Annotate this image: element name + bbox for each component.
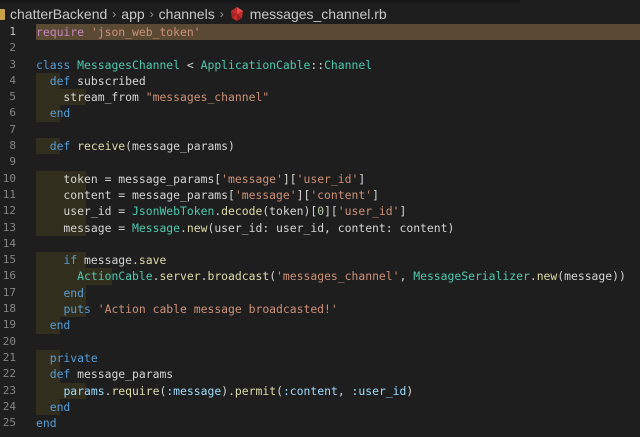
code-text[interactable]: private bbox=[36, 349, 640, 367]
code-text[interactable]: content = message_params['message']['con… bbox=[36, 186, 640, 204]
line-number: 21 bbox=[2, 350, 16, 364]
breadcrumb-project[interactable]: chatterBackend bbox=[10, 6, 107, 22]
code-text[interactable]: params.require(:message).permit(:content… bbox=[36, 382, 640, 399]
code-line[interactable]: 15 if message.save bbox=[0, 252, 640, 269]
code-text[interactable]: def subscribed bbox=[36, 72, 640, 90]
code-line[interactable]: 7 bbox=[0, 122, 640, 138]
line-number: 6 bbox=[9, 106, 16, 120]
code-text[interactable]: ActionCable.server.broadcast('messages_c… bbox=[36, 268, 640, 285]
line-number: 19 bbox=[2, 318, 16, 332]
line-number: 11 bbox=[2, 187, 16, 201]
code-text[interactable]: end bbox=[36, 284, 640, 302]
code-text[interactable] bbox=[36, 122, 640, 138]
code-text[interactable]: if message.save bbox=[36, 252, 640, 269]
code-line[interactable]: 24 end bbox=[0, 398, 640, 416]
code-text[interactable]: end bbox=[36, 105, 640, 122]
line-number: 3 bbox=[9, 57, 16, 71]
line-number: 9 bbox=[9, 155, 16, 169]
code-editor[interactable]: chatterBackend › app › channels › messag… bbox=[0, 0, 640, 437]
code-text[interactable]: end bbox=[36, 317, 640, 334]
code-text[interactable]: end bbox=[36, 398, 640, 416]
line-number: 15 bbox=[2, 253, 16, 267]
line-number: 2 bbox=[9, 41, 16, 55]
line-number: 5 bbox=[9, 90, 16, 104]
code-line[interactable]: 14 bbox=[0, 236, 640, 252]
code-text[interactable]: def receive(message_params) bbox=[36, 138, 640, 155]
code-line[interactable]: 2 bbox=[0, 40, 640, 56]
code-line[interactable]: 10 token = message_params['message']['us… bbox=[0, 170, 640, 187]
code-line[interactable]: 16 ActionCable.server.broadcast('message… bbox=[0, 268, 640, 285]
chevron-right-icon: › bbox=[149, 7, 154, 21]
chevron-right-icon: › bbox=[219, 7, 224, 21]
code-line[interactable]: 20 bbox=[0, 334, 640, 350]
code-text[interactable]: stream_from "messages_channel" bbox=[36, 89, 640, 106]
code-line[interactable]: 11 content = message_params['message']['… bbox=[0, 186, 640, 204]
line-number: 25 bbox=[2, 416, 16, 430]
code-line[interactable]: 22 def message_params bbox=[0, 366, 640, 383]
code-text[interactable] bbox=[36, 334, 640, 350]
line-number: 20 bbox=[2, 334, 16, 348]
breadcrumb-folder-app[interactable]: app bbox=[121, 6, 144, 22]
breadcrumb-file[interactable]: messages_channel.rb bbox=[250, 6, 387, 22]
line-number: 17 bbox=[2, 285, 16, 299]
code-line[interactable]: 23 params.require(:message).permit(:cont… bbox=[0, 382, 640, 399]
code-text[interactable] bbox=[36, 40, 640, 56]
code-text[interactable] bbox=[36, 154, 640, 170]
folder-icon bbox=[0, 8, 5, 20]
code-text[interactable]: end bbox=[36, 415, 640, 431]
line-number: 24 bbox=[2, 399, 16, 413]
code-line[interactable]: 18 puts 'Action cable message broadcaste… bbox=[0, 301, 640, 318]
code-line[interactable]: 6 end bbox=[0, 105, 640, 122]
line-number: 22 bbox=[2, 367, 16, 381]
chevron-right-icon: › bbox=[112, 7, 117, 21]
code-lines[interactable]: 1 require 'json_web_token' 2 3 class Message… bbox=[0, 24, 640, 431]
line-number: 4 bbox=[9, 73, 16, 87]
code-line[interactable]: 1 require 'json_web_token' bbox=[0, 24, 640, 41]
line-number: 13 bbox=[2, 220, 16, 234]
line-number: 7 bbox=[9, 122, 16, 136]
line-number: 1 bbox=[9, 25, 16, 38]
code-text[interactable]: token = message_params['message']['user_… bbox=[36, 170, 640, 187]
code-text[interactable] bbox=[36, 236, 640, 252]
line-number: 16 bbox=[2, 269, 16, 283]
code-text[interactable]: def message_params bbox=[36, 366, 640, 383]
code-line[interactable]: 4 def subscribed bbox=[0, 72, 640, 90]
code-line[interactable]: 9 bbox=[0, 154, 640, 170]
code-line[interactable]: 21 private bbox=[0, 349, 640, 367]
code-line[interactable]: 12 user_id = JsonWebToken.decode(token)[… bbox=[0, 203, 640, 220]
line-number: 23 bbox=[2, 383, 16, 397]
code-text[interactable]: puts 'Action cable message broadcasted!' bbox=[36, 301, 640, 318]
code-line[interactable]: 19 end bbox=[0, 317, 640, 334]
code-line[interactable]: 25 end bbox=[0, 415, 640, 431]
ruby-file-icon bbox=[230, 7, 243, 21]
code-line[interactable]: 5 stream_from "messages_channel" bbox=[0, 89, 640, 106]
code-line[interactable]: 3 class MessagesChannel < ApplicationCabl… bbox=[0, 57, 640, 73]
code-text[interactable]: message = Message.new(user_id: user_id, … bbox=[36, 219, 640, 236]
code-line[interactable]: 17 end bbox=[0, 284, 640, 302]
code-text[interactable]: require 'json_web_token' bbox=[36, 24, 640, 41]
code-text[interactable]: class MessagesChannel < ApplicationCable… bbox=[36, 57, 640, 73]
code-line[interactable]: 8 def receive(message_params) bbox=[0, 138, 640, 155]
breadcrumb-folder-channels[interactable]: channels bbox=[159, 6, 215, 22]
line-number: 14 bbox=[2, 236, 16, 250]
line-number: 10 bbox=[2, 171, 16, 185]
code-line[interactable]: 13 message = Message.new(user_id: user_i… bbox=[0, 219, 640, 236]
line-number: 18 bbox=[2, 302, 16, 316]
line-number: 12 bbox=[2, 204, 16, 218]
line-number: 8 bbox=[9, 139, 16, 153]
code-text[interactable]: user_id = JsonWebToken.decode(token)[0][… bbox=[36, 203, 640, 220]
